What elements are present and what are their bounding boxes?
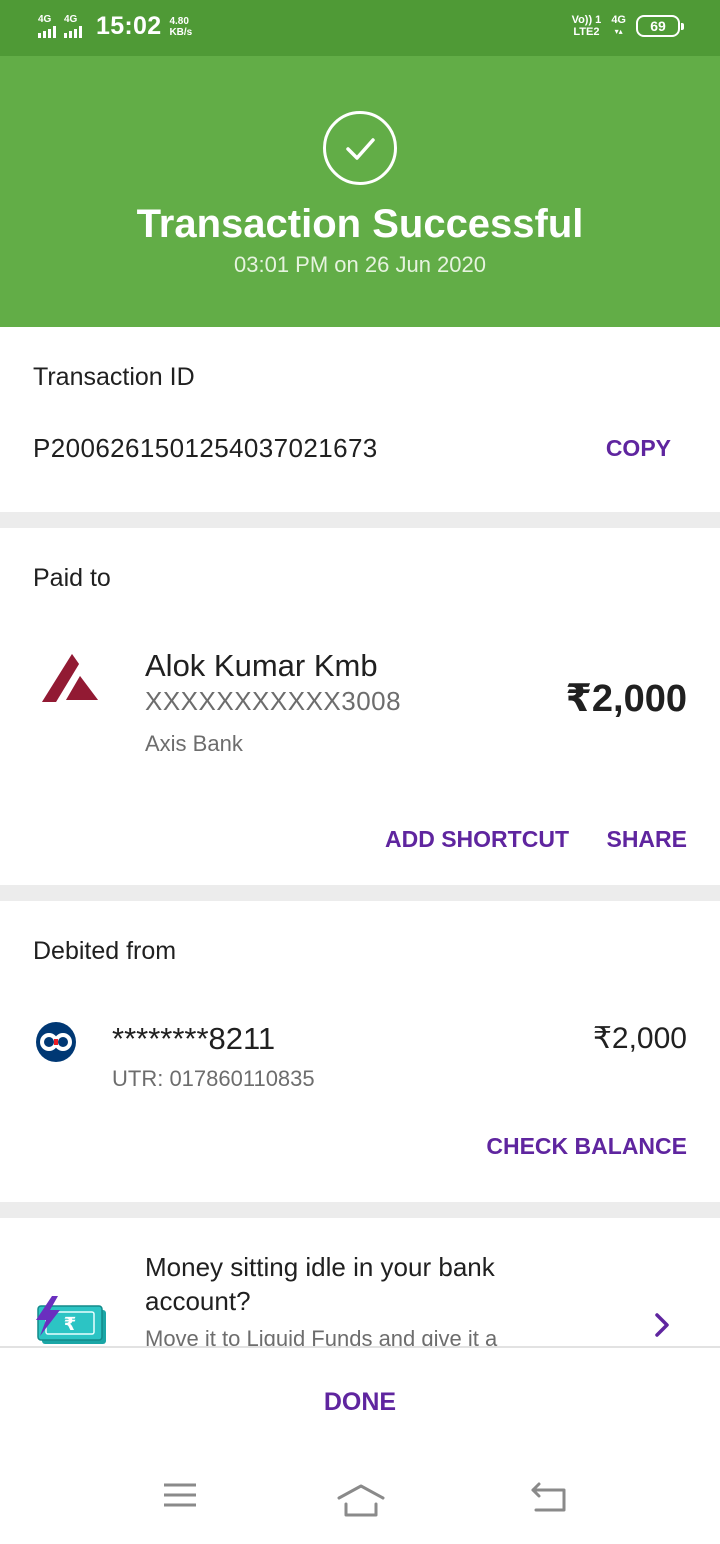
data-network-icon: 4G ▾▴ [611, 14, 626, 36]
payee-name: Alok Kumar Kmb [145, 648, 378, 683]
volte-icon: Vo)) 1 LTE2 [571, 14, 602, 38]
menu-icon[interactable] [162, 1480, 198, 1515]
add-shortcut-button[interactable]: ADD SHORTCUT [385, 826, 569, 853]
sim2-signal-icon: 4G [64, 15, 82, 38]
system-nav-bar [0, 1456, 720, 1544]
paid-to-label: Paid to [33, 564, 111, 592]
debited-from-label: Debited from [33, 937, 177, 965]
success-check-icon [323, 111, 397, 185]
debited-from-card: Debited from ********8211 UTR: 017860110… [0, 901, 720, 1202]
paid-amount: ₹2,000 [565, 678, 687, 720]
section-divider [0, 885, 720, 901]
chevron-right-icon[interactable] [652, 1311, 672, 1344]
transaction-id-value: P2006261501254037021673 [33, 433, 378, 463]
done-bar: DONE [0, 1346, 720, 1456]
done-button[interactable]: DONE [0, 1388, 720, 1417]
debited-amount: ₹2,000 [592, 1022, 687, 1055]
copy-button[interactable]: COPY [606, 435, 671, 462]
share-button[interactable]: SHARE [606, 826, 687, 853]
svg-text:₹: ₹ [64, 1314, 77, 1335]
status-bar: 4G 4G 15:02 4.80 KB/s Vo)) 1 LTE2 4G ▾▴ … [0, 0, 720, 56]
status-bar-right: Vo)) 1 LTE2 4G ▾▴ 69 [571, 14, 684, 38]
clock: 15:02 [96, 12, 162, 40]
axis-bank-logo-icon [42, 654, 102, 711]
kotak-bank-logo-icon [35, 1021, 77, 1068]
liquid-funds-promo[interactable]: ₹ Money sitting idle in your bank accoun… [0, 1218, 720, 1346]
success-header: Transaction Successful 03:01 PM on 26 Ju… [0, 56, 720, 327]
debit-account-number: ********8211 [112, 1021, 276, 1056]
utr-number: UTR: 017860110835 [112, 1066, 315, 1091]
network-speed: 4.80 KB/s [169, 15, 193, 38]
promo-subtitle: Move it to Liquid Funds and give it a [145, 1326, 498, 1346]
transaction-id-card: Transaction ID P2006261501254037021673 C… [0, 327, 720, 512]
rupee-notes-lightning-icon: ₹ [34, 1296, 110, 1346]
paid-to-card: Paid to Alok Kumar Kmb XXXXXXXXXXX3008 A… [0, 528, 720, 885]
promo-title: Money sitting idle in your bank account? [145, 1252, 495, 1316]
transaction-timestamp: 03:01 PM on 26 Jun 2020 [234, 252, 486, 277]
section-divider [0, 512, 720, 528]
check-balance-button[interactable]: CHECK BALANCE [486, 1133, 687, 1160]
transaction-id-label: Transaction ID [33, 363, 195, 391]
section-divider [0, 1202, 720, 1218]
back-icon[interactable] [530, 1480, 568, 1519]
status-bar-left: 4G 4G 15:02 4.80 KB/s [38, 12, 192, 41]
payee-bank: Axis Bank [145, 731, 243, 756]
home-icon[interactable] [336, 1480, 386, 1525]
payee-account: XXXXXXXXXXX3008 [145, 686, 402, 716]
battery-icon: 69 [636, 15, 684, 37]
page-title: Transaction Successful [136, 202, 584, 246]
sim1-signal-icon: 4G [38, 15, 56, 38]
